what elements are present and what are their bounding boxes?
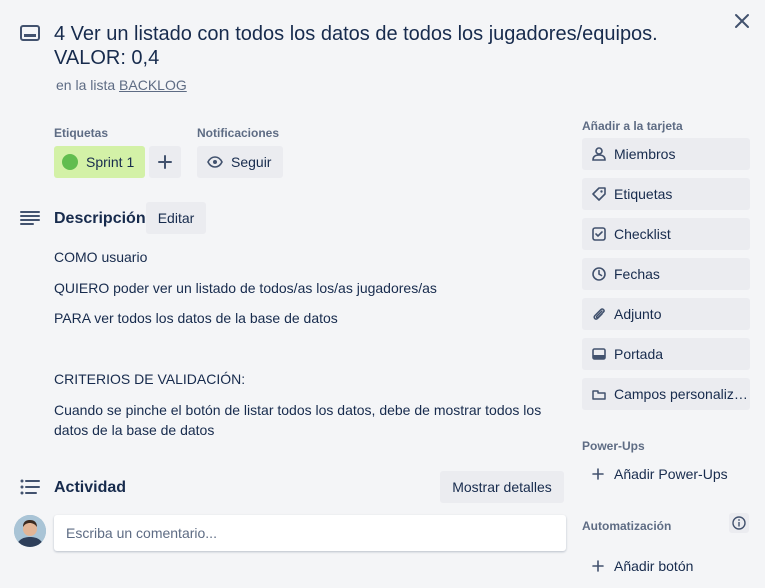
checklist-label: Checklist bbox=[614, 226, 671, 242]
custom-fields-icon bbox=[592, 390, 606, 400]
cover-button[interactable]: Portada bbox=[582, 338, 750, 370]
eye-icon bbox=[207, 156, 223, 168]
checklist-icon bbox=[592, 227, 606, 241]
automation-heading: Automatización bbox=[582, 519, 672, 533]
description-line: QUIERO poder ver un listado de todos/as … bbox=[54, 280, 437, 296]
cover-label: Portada bbox=[614, 346, 664, 362]
add-button-label: Añadir botón bbox=[614, 558, 694, 574]
person-icon bbox=[592, 147, 606, 161]
info-glyph bbox=[732, 516, 746, 530]
follow-label: Seguir bbox=[231, 154, 272, 170]
paperclip-icon bbox=[593, 308, 605, 320]
show-details-button[interactable]: Mostrar detalles bbox=[440, 471, 564, 503]
list-location: en la lista BACKLOG bbox=[56, 77, 187, 93]
checklist-button[interactable]: Checklist bbox=[582, 218, 750, 250]
attachment-label: Adjunto bbox=[614, 306, 662, 322]
plus-icon bbox=[158, 155, 172, 169]
add-powerups-button[interactable]: Añadir Power-Ups bbox=[582, 458, 750, 490]
powerups-heading: Power-Ups bbox=[582, 439, 645, 453]
labels-heading: Etiquetas bbox=[54, 126, 109, 140]
labels-label: Etiquetas bbox=[614, 186, 673, 202]
follow-button[interactable]: Seguir bbox=[197, 146, 283, 178]
members-label: Miembros bbox=[614, 146, 676, 162]
info-icon[interactable] bbox=[729, 513, 749, 533]
avatar[interactable] bbox=[14, 515, 46, 547]
dates-button[interactable]: Fechas bbox=[582, 258, 750, 290]
cover-icon bbox=[592, 348, 606, 360]
activity-heading: Actividad bbox=[54, 479, 127, 496]
labels-button[interactable]: Etiquetas bbox=[582, 178, 750, 210]
activity-icon bbox=[20, 479, 40, 495]
add-to-card-heading: Añadir a la tarjeta bbox=[582, 119, 683, 133]
plus-icon bbox=[592, 560, 604, 572]
close-icon[interactable] bbox=[731, 10, 753, 32]
description-line: PARA ver todos los datos de la base de d… bbox=[54, 310, 338, 326]
notifications-heading: Notificaciones bbox=[197, 126, 280, 140]
tag-icon bbox=[592, 187, 606, 201]
description-line: CRITERIOS DE VALIDACIÓN: bbox=[54, 371, 246, 387]
custom-fields-label: Campos personalizados bbox=[614, 386, 750, 402]
comment-input[interactable] bbox=[54, 515, 566, 551]
clock-icon bbox=[592, 267, 606, 281]
label-chip-sprint-1[interactable]: Sprint 1 bbox=[54, 146, 145, 178]
custom-fields-button[interactable]: Campos personalizados bbox=[582, 378, 750, 410]
label-chip-text: Sprint 1 bbox=[86, 154, 135, 170]
card-title[interactable]: 4 Ver un listado con todos los datos de … bbox=[54, 22, 714, 70]
avatar-image bbox=[14, 515, 46, 547]
description-icon bbox=[20, 211, 40, 225]
attachment-button[interactable]: Adjunto bbox=[582, 298, 750, 330]
add-button-button[interactable]: Añadir botón bbox=[582, 550, 750, 582]
plus-icon bbox=[592, 468, 604, 480]
description-line: COMO usuario bbox=[54, 249, 148, 265]
label-color-dot bbox=[62, 154, 78, 170]
list-link[interactable]: BACKLOG bbox=[119, 77, 187, 93]
members-button[interactable]: Miembros bbox=[582, 138, 750, 170]
description-line: Cuando se pinche el botón de listar todo… bbox=[54, 402, 542, 438]
description-heading: Descripción bbox=[54, 210, 146, 227]
add-label-button[interactable] bbox=[149, 146, 181, 178]
card-icon bbox=[20, 25, 40, 41]
dates-label: Fechas bbox=[614, 266, 660, 282]
edit-description-button[interactable]: Editar bbox=[146, 202, 206, 234]
add-powerups-label: Añadir Power-Ups bbox=[614, 466, 728, 482]
in-list-prefix: en la lista bbox=[56, 77, 116, 93]
